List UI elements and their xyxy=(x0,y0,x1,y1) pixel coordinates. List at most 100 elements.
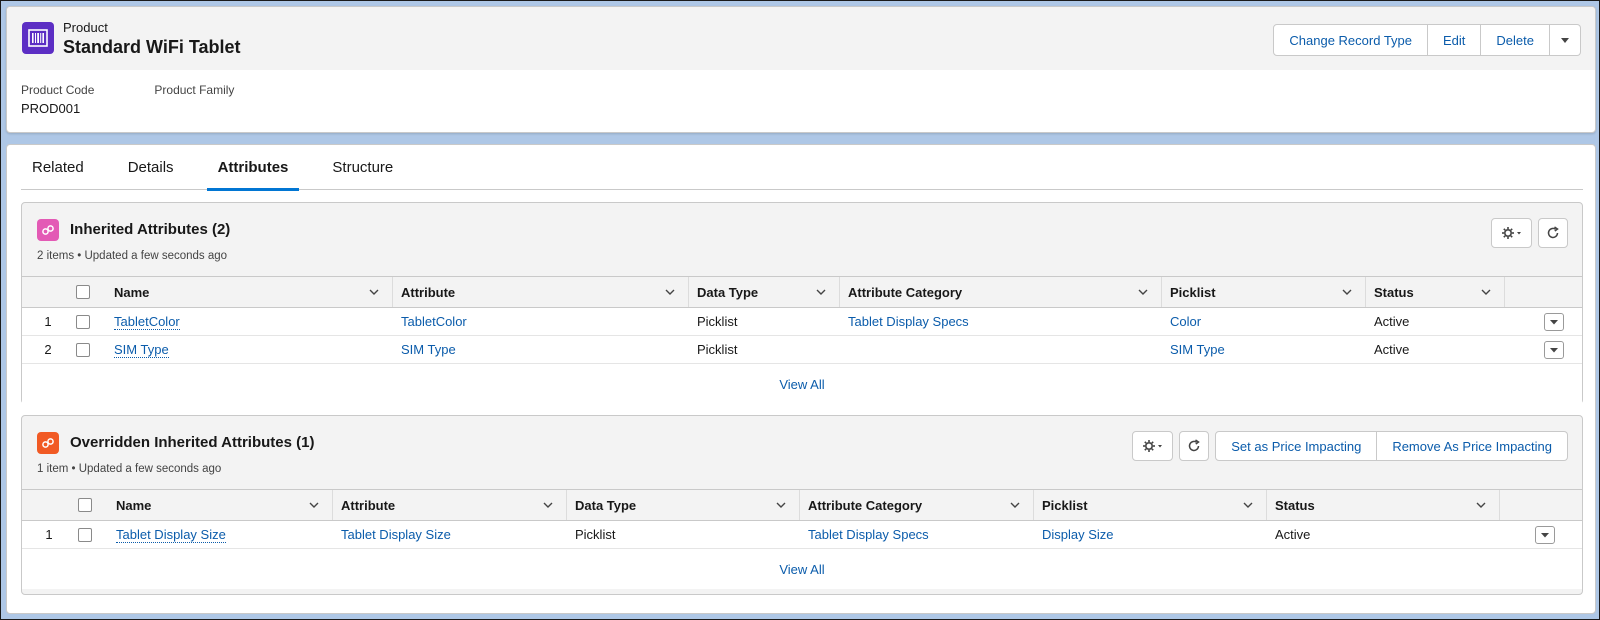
cell-data-type: Picklist xyxy=(697,314,738,329)
chevron-down-icon[interactable] xyxy=(1009,499,1021,511)
chevron-down-icon[interactable] xyxy=(664,286,676,298)
tab-bar: Related Details Attributes Structure xyxy=(21,145,1583,191)
column-header-actions xyxy=(1500,490,1575,520)
cell-status: Active xyxy=(1374,314,1410,329)
column-header-attribute[interactable]: Attribute xyxy=(393,277,689,307)
row-checkbox[interactable] xyxy=(76,342,90,357)
select-all-checkbox[interactable] xyxy=(76,285,90,299)
column-header-picklist[interactable]: Picklist xyxy=(1034,490,1267,520)
attribute-link[interactable]: SIM Type xyxy=(401,342,456,357)
column-header-name[interactable]: Name xyxy=(106,277,393,307)
attribute-link[interactable]: TabletColor xyxy=(401,314,467,329)
chevron-down-icon[interactable] xyxy=(1475,499,1487,511)
tab-related[interactable]: Related xyxy=(21,145,95,190)
cell-attribute: Tablet Display Size xyxy=(333,521,567,548)
row-number: 1 xyxy=(44,314,52,329)
related-list-subtitle: 2 items • Updated a few seconds ago xyxy=(37,250,228,262)
row-actions-button[interactable] xyxy=(1535,525,1555,544)
record-header: Product Standard WiFi Tablet Change Reco… xyxy=(6,6,1596,133)
column-label: Attribute Category xyxy=(808,497,923,513)
cell-data-type: Picklist xyxy=(697,342,738,357)
field-value: PROD001 xyxy=(21,101,81,116)
column-header-data-type[interactable]: Data Type xyxy=(689,277,840,307)
picklist-link[interactable]: Color xyxy=(1170,314,1201,329)
column-header-data-type[interactable]: Data Type xyxy=(567,490,800,520)
chevron-down-icon[interactable] xyxy=(1341,286,1353,298)
refresh-button[interactable] xyxy=(1179,431,1210,461)
chevron-down-icon[interactable] xyxy=(815,286,827,298)
view-all-link[interactable]: View All xyxy=(22,549,1582,589)
field-product-code: Product Code PROD001 xyxy=(21,83,94,116)
tab-structure[interactable]: Structure xyxy=(321,145,404,190)
column-header-attribute[interactable]: Attribute xyxy=(333,490,567,520)
picklist-link[interactable]: SIM Type xyxy=(1170,342,1225,357)
related-list-actions: Set as Price Impacting Remove As Price I… xyxy=(1132,431,1568,461)
chevron-down-icon xyxy=(1550,347,1558,352)
name-link[interactable]: SIM Type xyxy=(114,342,169,358)
attribute-link[interactable]: Tablet Display Size xyxy=(341,527,451,542)
table-row: 1 TabletColor TabletColor Picklist Table… xyxy=(22,308,1582,336)
row-checkbox[interactable] xyxy=(78,527,92,542)
attribute-icon xyxy=(37,432,59,454)
select-all-checkbox[interactable] xyxy=(78,498,92,512)
category-link[interactable]: Tablet Display Specs xyxy=(808,527,929,542)
column-header-attribute-category[interactable]: Attribute Category xyxy=(840,277,1162,307)
chevron-down-icon[interactable] xyxy=(1480,286,1492,298)
tab-attributes[interactable]: Attributes xyxy=(206,145,300,191)
row-select-cell xyxy=(76,521,108,548)
set-price-impacting-button[interactable]: Set as Price Impacting xyxy=(1215,431,1378,461)
column-label: Data Type xyxy=(697,284,759,300)
column-header-status[interactable]: Status xyxy=(1267,490,1500,520)
chevron-down-icon[interactable] xyxy=(308,499,320,511)
inherited-attributes-list: Inherited Attributes (2) 2 items • Updat… xyxy=(21,202,1583,404)
column-label: Data Type xyxy=(575,497,637,513)
chevron-down-icon[interactable] xyxy=(542,499,554,511)
name-link[interactable]: TabletColor xyxy=(114,314,180,330)
row-number: 1 xyxy=(45,527,53,542)
row-number-header xyxy=(22,490,76,520)
column-header-status[interactable]: Status xyxy=(1366,277,1505,307)
name-link[interactable]: Tablet Display Size xyxy=(116,527,226,543)
row-actions-button[interactable] xyxy=(1544,312,1564,331)
cell-name: Tablet Display Size xyxy=(108,521,333,548)
category-link[interactable]: Tablet Display Specs xyxy=(848,314,969,329)
refresh-button[interactable] xyxy=(1538,218,1568,248)
column-header-name[interactable]: Name xyxy=(108,490,333,520)
header-actions: Change Record Type Edit Delete xyxy=(1273,24,1581,56)
settings-button[interactable] xyxy=(1132,431,1174,461)
edit-button[interactable]: Edit xyxy=(1428,24,1482,56)
change-record-type-button[interactable]: Change Record Type xyxy=(1273,24,1429,56)
column-label: Status xyxy=(1374,284,1414,300)
row-actions-cell xyxy=(1505,308,1582,335)
row-number: 2 xyxy=(44,342,52,357)
row-checkbox[interactable] xyxy=(76,314,90,329)
delete-button[interactable]: Delete xyxy=(1481,24,1550,56)
field-product-family: Product Family xyxy=(154,83,234,116)
column-header-attribute-category[interactable]: Attribute Category xyxy=(800,490,1034,520)
related-list-subtitle: 1 item • Updated a few seconds ago xyxy=(37,463,222,475)
chevron-down-icon[interactable] xyxy=(1242,499,1254,511)
chevron-down-icon[interactable] xyxy=(775,499,787,511)
app-frame: Product Standard WiFi Tablet Change Reco… xyxy=(0,0,1600,620)
table-header-row: Name Attribute Data Type Attribute Categ… xyxy=(22,277,1582,308)
row-actions-button[interactable] xyxy=(1544,340,1564,359)
more-actions-button[interactable] xyxy=(1550,24,1581,56)
highlight-fields: Product Code PROD001 Product Family xyxy=(21,83,234,116)
column-label: Attribute Category xyxy=(848,284,963,300)
view-all-link[interactable]: View All xyxy=(22,364,1582,404)
refresh-icon xyxy=(1189,439,1201,452)
cell-attribute: TabletColor xyxy=(393,308,689,335)
chevron-down-icon[interactable] xyxy=(368,286,380,298)
select-all-cell xyxy=(74,277,106,307)
related-list-title: Overridden Inherited Attributes (1) xyxy=(70,434,315,451)
column-header-picklist[interactable]: Picklist xyxy=(1162,277,1366,307)
picklist-link[interactable]: Display Size xyxy=(1042,527,1114,542)
field-label: Product Code xyxy=(21,83,95,97)
row-select-cell xyxy=(74,308,106,335)
tab-details[interactable]: Details xyxy=(117,145,185,190)
remove-price-impacting-button[interactable]: Remove As Price Impacting xyxy=(1377,431,1568,461)
settings-button[interactable] xyxy=(1491,218,1532,248)
gear-icon xyxy=(1501,227,1521,239)
chevron-down-icon[interactable] xyxy=(1137,286,1149,298)
related-list-actions xyxy=(1491,218,1568,248)
